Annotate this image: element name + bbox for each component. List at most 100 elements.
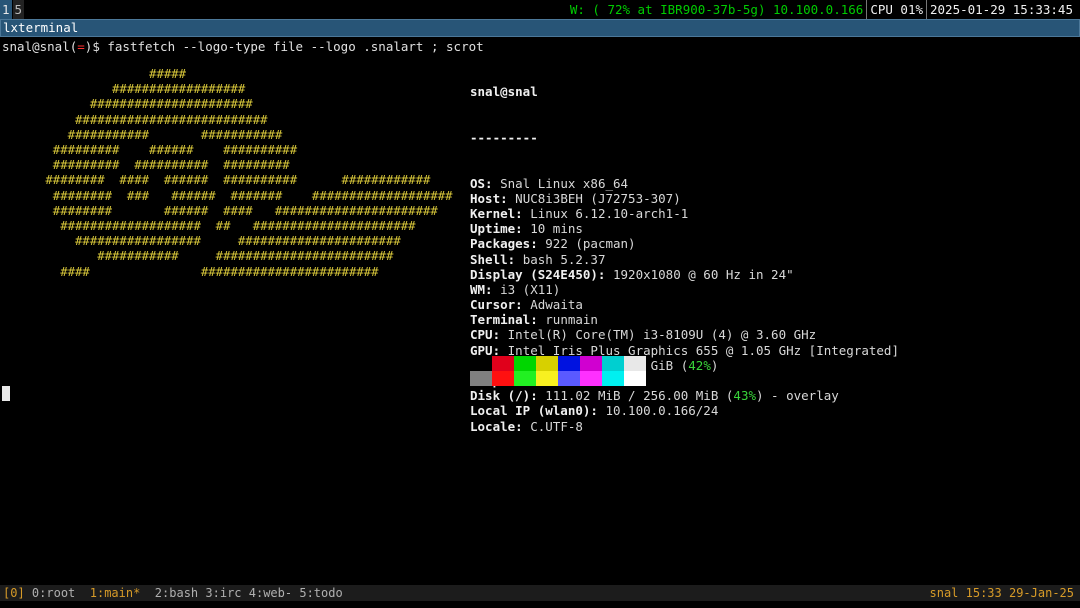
info-key: Cursor:: [470, 297, 523, 313]
tmux-session: [0]: [3, 586, 25, 600]
ascii-logo: ##### ################## ###############…: [38, 67, 452, 280]
bottom-gap: [0, 601, 1080, 608]
window-title-bar[interactable]: lxterminal: [0, 19, 1080, 37]
logo-line: ######## #### ###### ########## ########…: [38, 173, 431, 188]
info-key: Disk (/):: [470, 388, 538, 404]
info-key: Local IP (wlan0):: [470, 403, 598, 419]
info-row: CPU: Intel(R) Core(TM) i3-8109U (4) @ 3.…: [470, 327, 899, 342]
palette-swatch: [602, 356, 624, 371]
tmux-window-tab[interactable]: 3:irc: [205, 586, 241, 600]
logo-line: ########### ########################: [38, 249, 394, 264]
info-separator: ---------: [470, 130, 538, 145]
info-key: Locale:: [470, 418, 523, 434]
tmux-status-bar: [0] 0:root 1:main* 2:bash 3:irc 4:web- 5…: [0, 585, 1080, 601]
info-key: Host:: [470, 190, 508, 206]
info-key: WM:: [470, 281, 493, 297]
color-palette: [470, 356, 646, 386]
palette-swatch: [624, 356, 646, 371]
info-row: Local IP (wlan0): 10.100.0.166/24: [470, 403, 899, 418]
info-value: i3 (X11): [500, 281, 561, 297]
info-value: Linux 6.12.10-arch1-1: [530, 205, 689, 221]
palette-swatch: [580, 356, 602, 371]
info-row: Cursor: Adwaita: [470, 297, 899, 312]
info-key: Terminal:: [470, 312, 538, 328]
tmux-window-tab[interactable]: 4:web-: [249, 586, 292, 600]
logo-line: #### ########################: [38, 264, 379, 279]
info-value: Intel(R) Core(TM) i3-8109U (4) @ 3.60 GH…: [507, 327, 817, 343]
text-cursor: [2, 386, 10, 401]
info-row: WM: i3 (X11): [470, 282, 899, 297]
info-row: Kernel: Linux 6.12.10-arch1-1: [470, 206, 899, 221]
palette-swatch: [602, 371, 624, 386]
info-value: 10 mins: [530, 221, 583, 237]
palette-swatch: [624, 371, 646, 386]
info-value: 10.100.0.166/24: [605, 403, 719, 419]
info-row: Locale: C.UTF-8: [470, 419, 899, 434]
info-key: Uptime:: [470, 221, 523, 237]
info-row: OS: Snal Linux x86_64: [470, 176, 899, 191]
palette-swatch: [536, 356, 558, 371]
info-row: Host: NUC8i3BEH (J72753-307): [470, 191, 899, 206]
info-key: CPU:: [470, 327, 501, 343]
info-row: Packages: 922 (pacman): [470, 236, 899, 251]
info-key: OS:: [470, 175, 493, 191]
palette-swatch: [470, 356, 492, 371]
logo-line: #####: [38, 67, 187, 81]
palette-swatch: [558, 371, 580, 386]
logo-line: ##################: [38, 82, 246, 97]
wifi-status: W: ( 72% at IBR900-37b-5g) 10.100.0.166: [569, 2, 864, 17]
info-value-suffix: ): [710, 357, 719, 373]
palette-swatch: [514, 371, 536, 386]
info-value: NUC8i3BEH (J72753-307): [515, 190, 681, 206]
info-key: Display (S24E450):: [470, 266, 606, 282]
info-percent: 43%: [733, 388, 756, 404]
palette-swatch: [514, 356, 536, 371]
palette-swatch: [492, 371, 514, 386]
info-header: snal@snal: [470, 84, 538, 100]
prompt-exit-indicator: =: [77, 39, 85, 54]
palette-swatch: [580, 371, 602, 386]
tmux-window-tab[interactable]: 5:todo: [299, 586, 342, 600]
workspace-button-1[interactable]: 1: [0, 0, 12, 19]
info-row: Disk (/): 111.02 MiB / 256.00 MiB (43%) …: [470, 388, 899, 403]
logo-line: ################# ######################: [38, 234, 401, 249]
logo-line: ######################: [38, 97, 253, 112]
info-value: 1920x1080 @ 60 Hz in 24": [613, 266, 794, 282]
tmux-right-status: snal 15:33 29-Jan-25: [929, 586, 1075, 600]
command-text: fastfetch --logo-type file --logo .snala…: [107, 39, 484, 54]
logo-line: ######### ########## #########: [38, 158, 290, 173]
palette-swatch: [492, 356, 514, 371]
info-key: Shell:: [470, 251, 516, 267]
cpu-status: CPU 01%: [866, 0, 926, 19]
logo-line: ######### ###### ##########: [38, 143, 298, 158]
info-row: Display (S24E450): 1920x1080 @ 60 Hz in …: [470, 267, 899, 282]
palette-swatch: [536, 371, 558, 386]
palette-swatch: [470, 371, 492, 386]
logo-line: ######## ###### #### ###################…: [38, 203, 438, 218]
status-line: W: ( 72% at IBR900-37b-5g) 10.100.0.166 …: [567, 0, 1080, 19]
info-key: Kernel:: [470, 205, 523, 221]
logo-line: ##########################: [38, 112, 268, 127]
info-value: Snal Linux x86_64: [500, 175, 629, 191]
tmux-window-tab[interactable]: 0:root: [32, 586, 75, 600]
prompt-user: snal@snal(: [2, 39, 78, 54]
info-value: C.UTF-8: [530, 418, 583, 434]
fastfetch-info: snal@snal --------- OS: Snal Linux x86_6…: [470, 54, 899, 464]
workspace-button-5[interactable]: 5: [12, 0, 25, 19]
info-value: runmain: [545, 312, 598, 328]
shell-prompt: snal@snal(=)$ fastfetch --logo-type file…: [2, 39, 484, 54]
info-value: bash 5.2.37: [522, 251, 606, 267]
info-value: Adwaita: [530, 297, 583, 313]
logo-line: ################### ## #################…: [38, 219, 416, 234]
prompt-end: )$: [84, 39, 108, 54]
info-key: Packages:: [470, 236, 538, 252]
tmux-window-tab[interactable]: 1:main*: [90, 586, 141, 600]
info-value-suffix: ) - overlay: [756, 388, 839, 404]
datetime-status: 2025-01-29 15:33:45: [926, 0, 1076, 19]
info-row: Shell: bash 5.2.37: [470, 252, 899, 267]
terminal-area[interactable]: snal@snal(=)$ fastfetch --logo-type file…: [0, 37, 1080, 585]
tmux-window-tab[interactable]: 2:bash: [155, 586, 198, 600]
info-value: 922 (pacman): [545, 236, 636, 252]
info-value: 111.02 MiB / 256.00 MiB (: [545, 388, 734, 404]
i3-top-bar: 1 5 W: ( 72% at IBR900-37b-5g) 10.100.0.…: [0, 0, 1080, 19]
